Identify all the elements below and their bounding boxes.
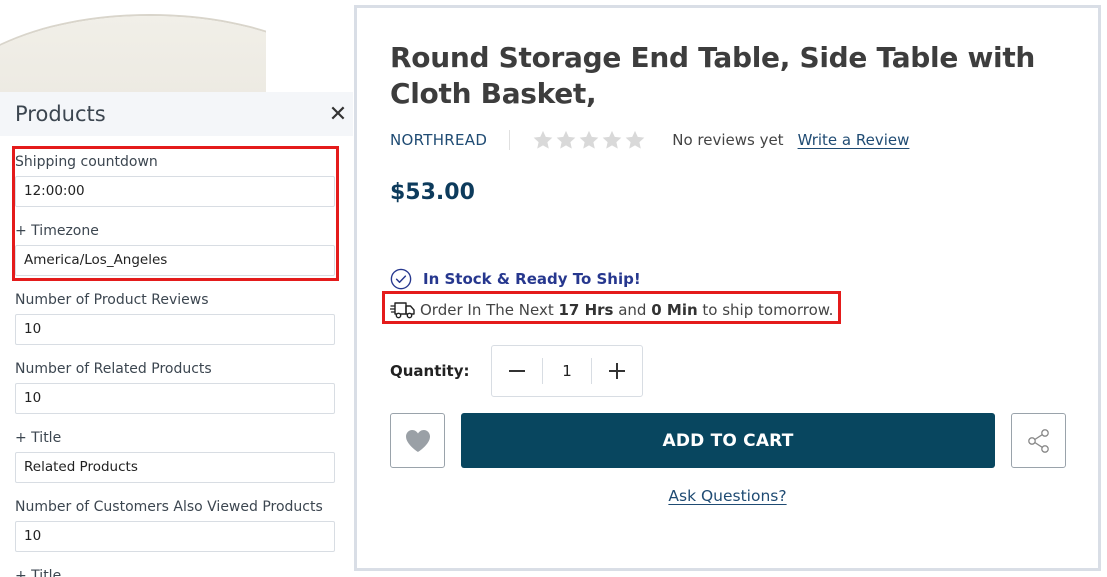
check-circle-icon: [390, 268, 412, 290]
brand-link[interactable]: NORTHREAD: [390, 131, 487, 149]
ask-questions-link[interactable]: Ask Questions?: [668, 487, 786, 505]
share-button[interactable]: [1011, 413, 1066, 468]
stock-status: In Stock & Ready To Ship!: [390, 268, 641, 290]
page-root: Products ✕ Shipping countdown 12:00:00 +…: [0, 0, 1107, 577]
star-icon: [533, 130, 553, 149]
reviews-count: No reviews yet: [672, 131, 784, 149]
also-viewed-count-input[interactable]: 10: [15, 521, 335, 552]
ship-prefix: Order In The Next: [420, 301, 559, 319]
minus-icon: [509, 370, 525, 372]
settings-panel-header: Products ✕: [0, 92, 353, 136]
product-image-shape: [0, 16, 266, 92]
close-icon[interactable]: ✕: [327, 103, 349, 125]
product-reviews-count-input[interactable]: 10: [15, 314, 335, 345]
product-title: Round Storage End Table, Side Table with…: [390, 41, 1036, 110]
also-viewed-title-label: + Title: [15, 568, 62, 577]
quantity-decrease-button[interactable]: [492, 346, 542, 396]
heart-icon: [405, 429, 430, 452]
ask-questions-wrapper: Ask Questions?: [357, 487, 1098, 506]
shipping-countdown-input[interactable]: 12:00:00: [15, 176, 335, 207]
related-products-title-label: + Title: [15, 430, 62, 446]
star-icon: [602, 130, 622, 149]
related-products-title-input[interactable]: Related Products: [15, 452, 335, 483]
product-price: $53.00: [390, 180, 475, 205]
plus-icon: [609, 363, 625, 379]
quantity-stepper: 1: [491, 345, 643, 397]
related-products-count-label: Number of Related Products: [15, 361, 212, 377]
ship-suffix: to ship tomorrow.: [697, 301, 834, 319]
related-products-count-input[interactable]: 10: [15, 383, 335, 414]
star-icon: [625, 130, 645, 149]
also-viewed-count-label: Number of Customers Also Viewed Products: [15, 499, 323, 515]
shipping-countdown-text: Order In The Next 17 Hrs and 0 Min to sh…: [420, 301, 833, 319]
timezone-input[interactable]: America/Los_Angeles: [15, 245, 335, 276]
product-reviews-count-label: Number of Product Reviews: [15, 292, 209, 308]
quantity-increase-button[interactable]: [592, 346, 642, 396]
star-icon: [556, 130, 576, 149]
settings-panel-title: Products: [15, 102, 106, 126]
meta-divider: [509, 130, 511, 150]
product-meta-row: NORTHREAD No reviews yet Write a Review: [390, 128, 909, 152]
star-icon: [579, 130, 599, 149]
product-card: Round Storage End Table, Side Table with…: [354, 5, 1101, 571]
settings-panel: Products ✕ Shipping countdown 12:00:00 +…: [0, 92, 353, 577]
ship-hours: 17 Hrs: [558, 301, 614, 319]
shipping-countdown-label: Shipping countdown: [15, 154, 158, 170]
shipping-countdown: Order In The Next 17 Hrs and 0 Min to sh…: [390, 297, 833, 323]
write-review-link[interactable]: Write a Review: [798, 131, 910, 149]
wishlist-button[interactable]: [390, 413, 445, 468]
rating-stars: [532, 129, 646, 151]
add-to-cart-button[interactable]: ADD TO CART: [461, 413, 995, 468]
settings-panel-body: Shipping countdown 12:00:00 + Timezone A…: [0, 136, 353, 577]
ship-and: and: [613, 301, 652, 319]
timezone-label: + Timezone: [15, 223, 99, 239]
ship-min: 0 Min: [651, 301, 698, 319]
fast-delivery-truck-icon: [390, 302, 415, 319]
quantity-label: Quantity:: [390, 362, 470, 380]
product-image-fragment: [0, 0, 266, 92]
stock-text: In Stock & Ready To Ship!: [423, 270, 641, 288]
share-icon: [1027, 428, 1049, 453]
quantity-input[interactable]: 1: [542, 358, 592, 384]
